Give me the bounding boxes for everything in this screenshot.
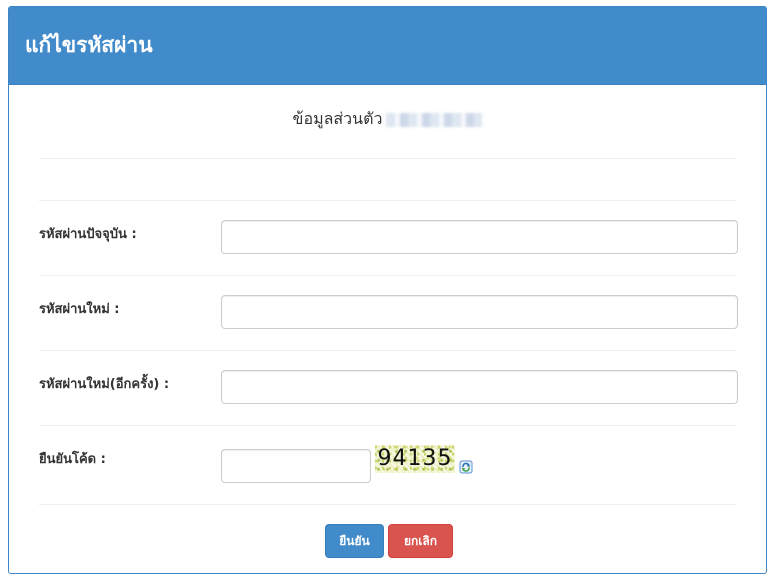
new-password-label: รหัสผ่านใหม่ :	[39, 302, 120, 317]
profile-info: ข้อมูลส่วนตัว	[9, 107, 766, 132]
current-password-input[interactable]	[221, 220, 738, 254]
redacted-username	[386, 112, 483, 127]
cancel-button[interactable]: ยกเลิก	[388, 524, 453, 558]
refresh-icon[interactable]	[459, 459, 473, 474]
panel-header: แก้ไขรหัสผ่าน	[9, 7, 766, 85]
new-password-input[interactable]	[221, 295, 738, 329]
confirm-code-label: ยืนยันโค้ด :	[39, 452, 106, 467]
divider	[39, 158, 736, 159]
divider	[39, 425, 736, 426]
confirm-code-input[interactable]	[221, 449, 371, 483]
captcha-image: 94135	[375, 445, 455, 473]
confirm-password-input[interactable]	[221, 370, 738, 404]
divider	[39, 350, 736, 351]
divider	[39, 275, 736, 276]
profile-label: ข้อมูลส่วนตัว	[292, 109, 383, 128]
current-password-label: รหัสผ่านปัจจุบัน :	[39, 227, 137, 242]
divider	[39, 504, 736, 505]
change-password-panel: แก้ไขรหัสผ่าน ข้อมูลส่วนตัว รหัสผ่านปัจจ…	[8, 6, 767, 574]
divider	[39, 200, 736, 201]
submit-button[interactable]: ยืนยัน	[325, 524, 384, 558]
page-title: แก้ไขรหัสผ่าน	[25, 33, 153, 57]
confirm-password-label: รหัสผ่านใหม่(อีกครั้ง) :	[39, 377, 170, 392]
